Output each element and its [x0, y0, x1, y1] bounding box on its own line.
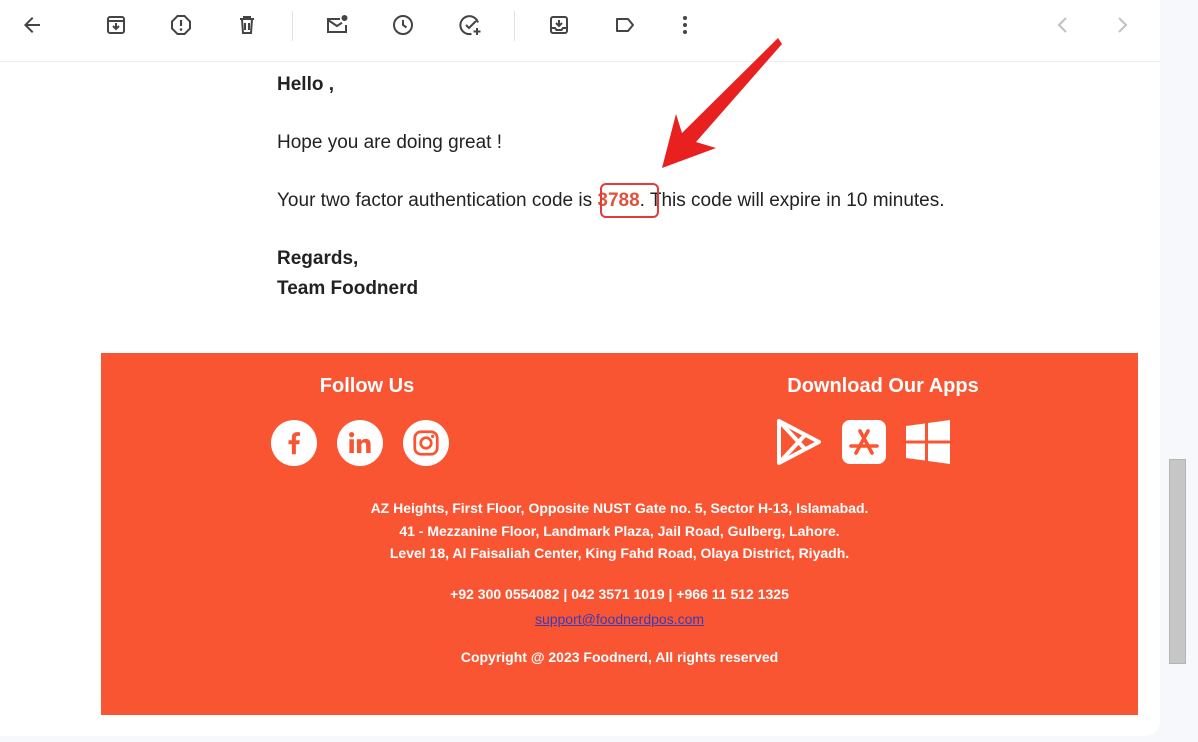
- delete-icon: [240, 16, 254, 34]
- email-footer: Follow Us Download Our Apps AZ Heights, …: [101, 353, 1138, 715]
- linkedin-icon: [349, 432, 371, 453]
- newer-button[interactable]: [1043, 5, 1083, 45]
- windows-store-link[interactable]: [905, 419, 951, 465]
- google-play-icon: [777, 419, 821, 465]
- support-email-container: support@foodnerdpos.com: [101, 611, 1138, 627]
- app-store-icon: [842, 420, 886, 464]
- linkedin-link[interactable]: [337, 420, 383, 466]
- label-button[interactable]: [605, 5, 645, 45]
- archive-button[interactable]: [96, 5, 136, 45]
- snooze-button[interactable]: [383, 5, 423, 45]
- email-greeting: Hello ,: [277, 74, 335, 95]
- address-riyadh: Level 18, Al Faisaliah Center, King Fahd…: [389, 545, 850, 561]
- follow-us-heading: Follow Us: [319, 375, 415, 397]
- address-lahore: 41 - Mezzanine Floor, Landmark Plaza, Ja…: [399, 522, 840, 539]
- code-suffix-text: . This code will expire in 10 minutes.: [639, 190, 945, 211]
- email-view-panel: Hello , Hope you are doing great ! Your …: [0, 0, 1160, 736]
- phone-numbers: +92 300 0554082 | 042 3571 1019 | +966 1…: [450, 586, 789, 602]
- newer-icon: [1057, 17, 1067, 33]
- windows-icon: [906, 420, 950, 464]
- email-toolbar: [0, 0, 1160, 62]
- toolbar-divider: [292, 11, 293, 41]
- instagram-link[interactable]: [403, 420, 449, 466]
- google-play-link[interactable]: [775, 419, 821, 465]
- label-icon: [616, 18, 634, 32]
- email-code-line: Your two factor authentication code is 3…: [277, 186, 945, 216]
- archive-icon: [107, 16, 125, 34]
- mark-unread-icon: [327, 15, 348, 33]
- facebook-icon: [288, 432, 300, 455]
- older-icon: [1118, 17, 1128, 33]
- copyright-text: Copyright @ 2023 Foodnerd, All rights re…: [460, 649, 779, 665]
- report-spam-button[interactable]: [161, 5, 201, 45]
- add-to-tasks-icon: [459, 15, 481, 36]
- add-to-tasks-button[interactable]: [450, 5, 490, 45]
- back-button[interactable]: [12, 5, 52, 45]
- mark-unread-button[interactable]: [317, 5, 357, 45]
- code-prefix-text: Your two factor authentication code is: [277, 190, 598, 211]
- move-to-button[interactable]: [539, 5, 579, 45]
- instagram-icon: [413, 430, 439, 456]
- scrollbar-thumb[interactable]: [1169, 459, 1186, 664]
- email-regards: Regards,: [277, 248, 359, 269]
- app-store-link[interactable]: [841, 419, 887, 465]
- delete-button[interactable]: [227, 5, 267, 45]
- older-button[interactable]: [1102, 5, 1142, 45]
- back-arrow-icon: [24, 17, 40, 33]
- snooze-icon: [393, 15, 413, 35]
- office-addresses: AZ Heights, First Floor, Opposite NUST G…: [101, 497, 1138, 565]
- support-email-link[interactable]: support@foodnerdpos.com: [535, 611, 704, 627]
- email-hope-line: Hope you are doing great !: [277, 132, 502, 153]
- more-options-icon: [683, 16, 687, 34]
- email-signature: Team Foodnerd: [277, 278, 419, 299]
- address-islamabad: AZ Heights, First Floor, Opposite NUST G…: [370, 500, 869, 516]
- more-options-button[interactable]: [665, 5, 705, 45]
- move-to-icon: [550, 16, 568, 34]
- facebook-link[interactable]: [271, 420, 317, 466]
- report-spam-icon: [171, 15, 191, 35]
- auth-code: 3788: [597, 190, 640, 211]
- download-apps-heading: Download Our Apps: [787, 375, 979, 397]
- toolbar-divider: [514, 11, 515, 41]
